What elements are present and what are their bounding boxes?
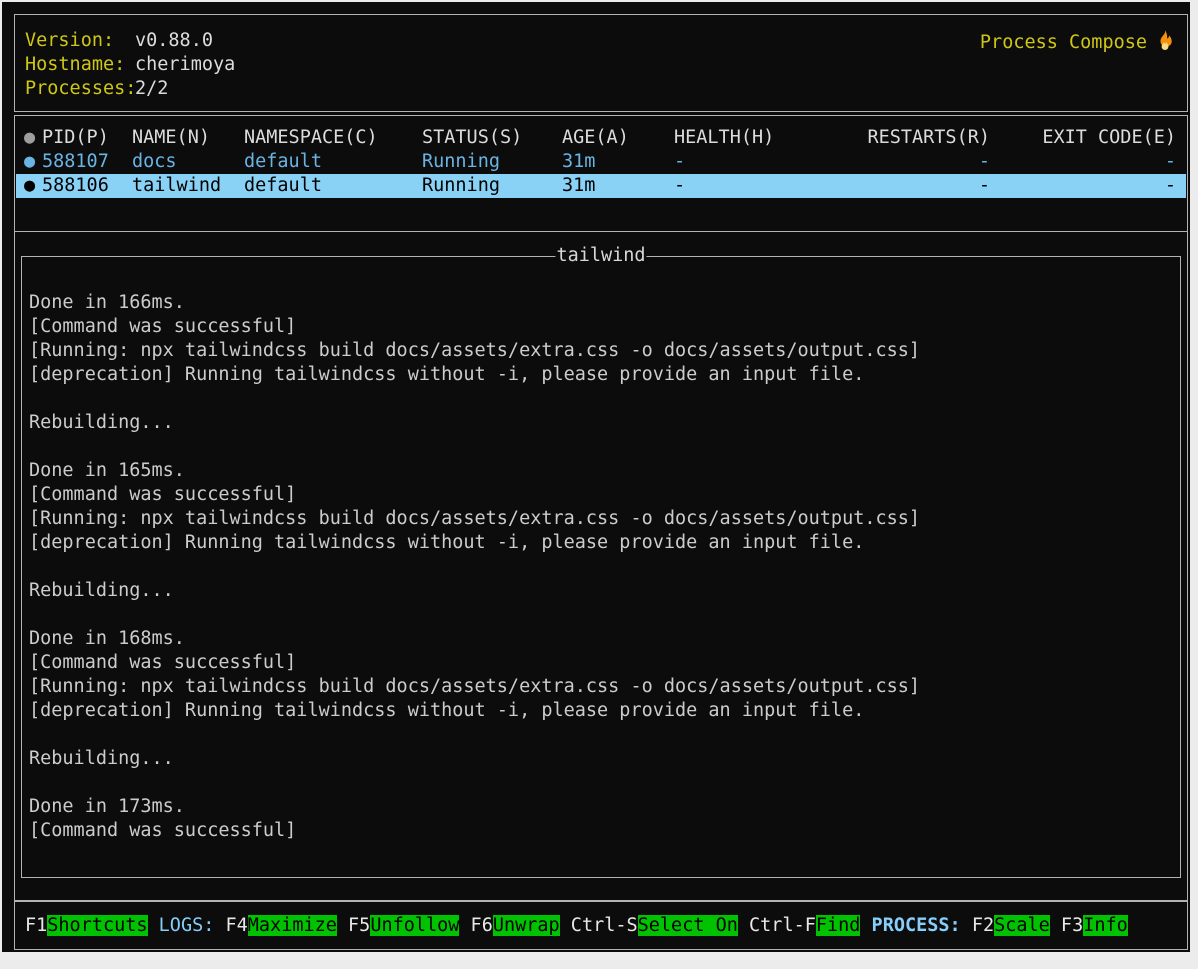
terminal-window: Version:v0.88.0 Hostname:cherimoya Proce… [2,2,1190,952]
cell-name: docs [132,150,177,174]
col-restarts[interactable]: RESTARTS(R) [867,126,990,150]
key-label: F6 [459,915,492,936]
cell-age: 31m [562,150,595,174]
shortcut-info[interactable]: Info [1083,915,1128,936]
header-panel: Version:v0.88.0 Hostname:cherimoya Proce… [14,14,1188,112]
processes-value: 2/2 [135,77,168,101]
key-label: F3 [1050,915,1083,936]
key-label: F1 [25,915,47,936]
process-table: ● PID(P) NAME(N) NAMESPACE(C) STATUS(S) … [14,115,1188,232]
shortcut-unwrap[interactable]: Unwrap [493,915,560,936]
key-label: F5 [337,915,370,936]
hostname-row: Hostname:cherimoya [25,53,125,77]
log-title: tailwind [555,244,646,268]
cell-namespace: default [244,150,322,174]
cell-health: - [674,150,685,174]
hostname-value: cherimoya [135,53,235,77]
shortcut-scale[interactable]: Scale [994,915,1050,936]
process-row-docs[interactable]: ● 588107 docs default Running 31m - - - [16,150,1186,174]
app-title: Process Compose [980,29,1175,55]
log-pane: tailwind Done in 166ms. [Command was suc… [14,231,1188,901]
cell-age: 31m [562,174,595,198]
hostname-label: Hostname: [25,54,125,75]
key-label: Ctrl-S [560,915,638,936]
col-health[interactable]: HEALTH(H) [674,126,774,150]
cell-status: Running [422,174,500,198]
cell-restarts: - [979,150,990,174]
version-label: Version: [25,30,114,51]
process-status-dot-icon: ● [24,174,35,198]
process-status-dot-icon: ● [24,150,35,174]
cell-namespace: default [244,174,322,198]
status-bar: F1Shortcuts LOGS: F4Maximize F5Unfollow … [14,901,1188,950]
cell-pid: 588106 [42,174,109,198]
key-label: F4 [226,915,248,936]
cell-status: Running [422,150,500,174]
cell-pid: 588107 [42,150,109,174]
processes-row: Processes:2/2 [25,77,136,101]
log-output: Done in 166ms. [Command was successful] … [29,291,1176,873]
shortcut-shortcuts[interactable]: Shortcuts [47,915,147,936]
shortcut-select-on[interactable]: Select On [638,915,738,936]
col-exit-code[interactable]: EXIT CODE(E) [1042,126,1176,150]
flame-icon [1155,29,1175,51]
cell-restarts: - [979,174,990,198]
version-value: v0.88.0 [135,29,213,53]
cell-exit_code: - [1165,174,1176,198]
shortcut-unfollow[interactable]: Unfollow [370,915,459,936]
version-row: Version:v0.88.0 [25,29,114,53]
key-label: Ctrl-F [738,915,816,936]
col-namespace[interactable]: NAMESPACE(C) [244,126,378,150]
col-status[interactable]: STATUS(S) [422,126,522,150]
shortcut-find[interactable]: Find [816,915,861,936]
shortcut-maximize[interactable]: Maximize [248,915,337,936]
logs-label: LOGS: [148,915,226,936]
cell-exit_code: - [1165,150,1176,174]
process-label: PROCESS: [860,915,971,936]
col-age[interactable]: AGE(A) [562,126,629,150]
processes-label: Processes: [25,78,136,99]
cell-health: - [674,174,685,198]
cell-name: tailwind [132,174,221,198]
shortcut-list: F1Shortcuts LOGS: F4Maximize F5Unfollow … [25,914,1183,938]
col-name[interactable]: NAME(N) [132,126,210,150]
process-row-tailwind[interactable]: ● 588106 tailwind default Running 31m - - - [16,174,1186,198]
key-label: F2 [972,915,994,936]
status-dot-icon: ● [24,126,35,150]
col-pid[interactable]: PID(P) [42,126,109,150]
table-header-row: ● PID(P) NAME(N) NAMESPACE(C) STATUS(S) … [16,126,1186,150]
log-box[interactable]: tailwind Done in 166ms. [Command was suc… [21,256,1181,878]
